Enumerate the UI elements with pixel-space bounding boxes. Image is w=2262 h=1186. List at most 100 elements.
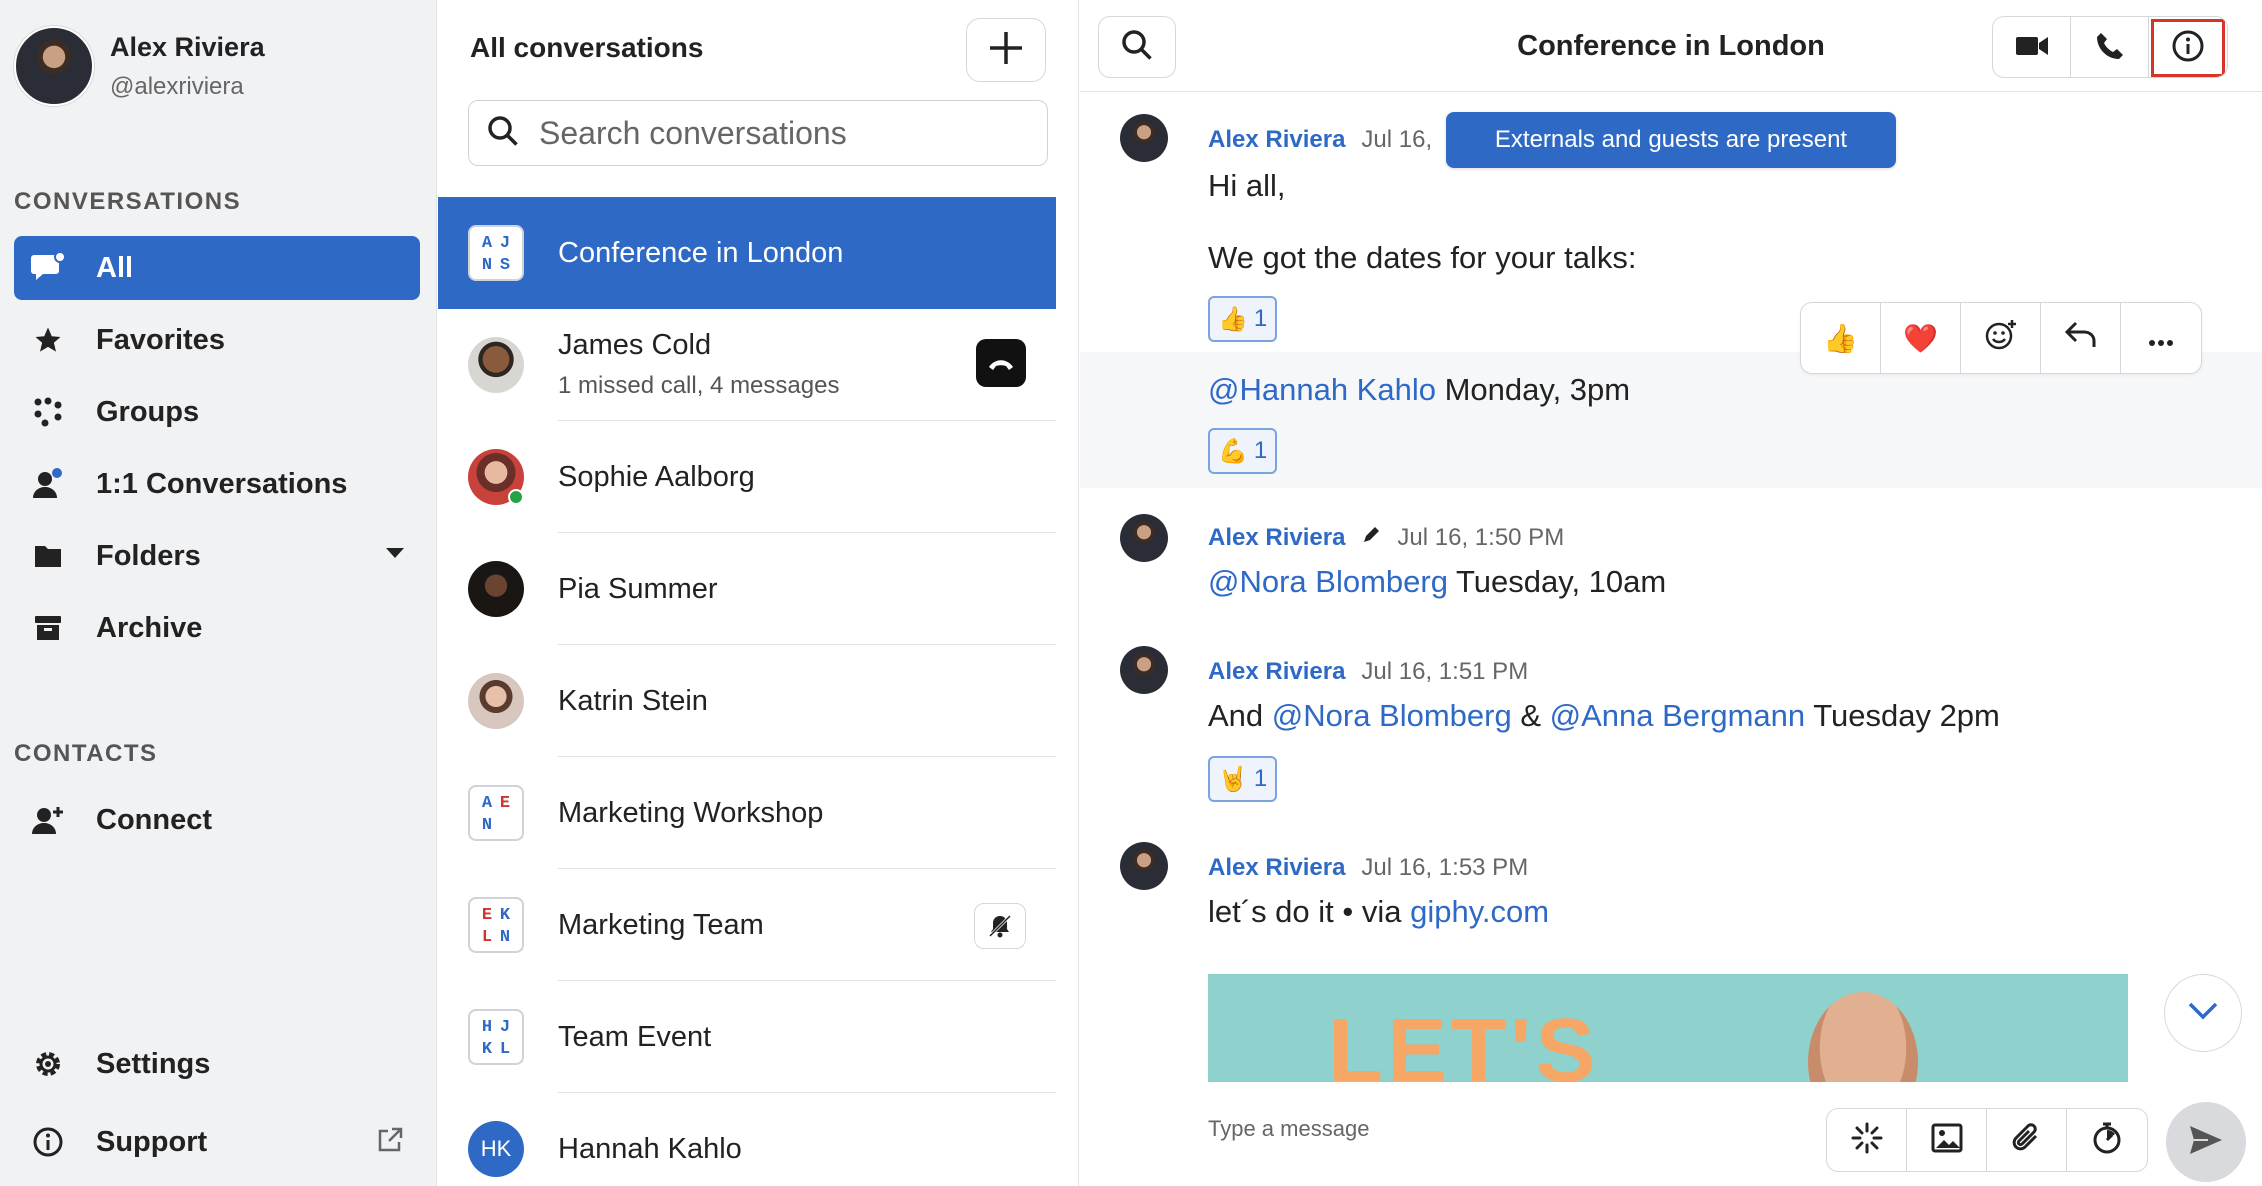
conversation-item-katrin-stein[interactable]: Katrin Stein [438, 645, 1056, 757]
react-heart-button[interactable]: ❤️ [1881, 303, 1961, 373]
thumbs-up-icon: 👍 [1218, 305, 1248, 333]
reply-button[interactable] [2041, 303, 2121, 373]
edited-pencil-icon [1361, 524, 1381, 552]
message-time: Jul 16, 1:50 PM [1397, 524, 1565, 551]
groups-icon [30, 394, 66, 430]
conversation-name: Katrin Stein [558, 684, 708, 717]
attachment-button[interactable] [1987, 1109, 2067, 1171]
reaction-badge[interactable]: 💪 1 [1208, 428, 1278, 474]
missed-call-icon[interactable] [976, 339, 1026, 387]
search-input[interactable] [539, 114, 1019, 152]
gif-image[interactable]: LET'S [1208, 974, 2128, 1084]
phone-icon [2095, 31, 2125, 66]
video-call-button[interactable] [1993, 17, 2071, 77]
sidebar-item-support[interactable]: Support [14, 1110, 420, 1174]
message-author[interactable]: Alex Riviera [1208, 524, 1345, 552]
external-link-icon[interactable] [376, 1126, 404, 1159]
profile-header[interactable]: Alex Riviera @alexriviera [14, 26, 265, 106]
sidebar-item-all[interactable]: All [14, 236, 420, 300]
gear-icon [30, 1046, 66, 1082]
mention-link[interactable]: @Nora Blomberg [1208, 564, 1448, 599]
sidebar-item-label: Connect [96, 803, 212, 836]
sparkle-icon [1850, 1121, 1884, 1160]
sidebar-item-one-to-one[interactable]: 1:1 Conversations [14, 452, 420, 516]
reaction-badge[interactable]: 🤘 1 [1208, 756, 1278, 802]
message-text: let´s do it • via giphy.com [1208, 894, 1550, 929]
sidebar-item-groups[interactable]: Groups [14, 380, 420, 444]
heart-icon: ❤️ [1903, 322, 1938, 354]
reaction-count: 1 [1253, 437, 1268, 464]
gif-button[interactable] [1827, 1109, 1907, 1171]
avatar[interactable] [1120, 646, 1168, 694]
conversation-item-team-event[interactable]: H J K L Team Event [438, 981, 1056, 1093]
search-icon [487, 115, 519, 152]
conversation-name: Sophie Aalborg [558, 460, 755, 493]
message-input[interactable] [1208, 1116, 1688, 1142]
star-icon [30, 322, 66, 358]
message-text: Hi all, [1208, 168, 1286, 203]
sidebar-item-connect[interactable]: Connect [14, 788, 420, 852]
message-author[interactable]: Alex Riviera [1208, 126, 1345, 154]
sidebar-item-label: Settings [96, 1047, 211, 1080]
conversation-item-marketing-workshop[interactable]: A E N Marketing Workshop [438, 757, 1056, 869]
sidebar-item-settings[interactable]: Settings [14, 1032, 420, 1096]
giphy-link[interactable]: giphy.com [1410, 894, 1549, 929]
send-icon [2188, 1124, 2224, 1161]
emoji-add-icon [1984, 318, 2018, 359]
conversation-item-sophie-aalborg[interactable]: Sophie Aalborg [438, 421, 1056, 533]
avatar [468, 561, 524, 617]
avatar[interactable] [14, 26, 94, 106]
new-conversation-button[interactable] [966, 18, 1046, 82]
sidebar-item-label: Groups [96, 395, 200, 428]
flexed-biceps-icon: 💪 [1218, 437, 1248, 465]
mention-link[interactable]: @Nora Blomberg [1272, 698, 1512, 733]
sidebar-item-folders[interactable]: Folders [14, 524, 420, 588]
profile-name: Alex Riviera [110, 31, 265, 62]
sidebar-item-label: Folders [96, 539, 201, 572]
archive-icon [30, 610, 66, 646]
image-button[interactable] [1907, 1109, 1987, 1171]
audio-call-button[interactable] [2071, 17, 2149, 77]
mention-link[interactable]: @Anna Bergmann [1550, 698, 1806, 733]
sidebar-item-favorites[interactable]: Favorites [14, 308, 420, 372]
mention-link[interactable]: @Hannah Kahlo [1208, 372, 1436, 407]
section-title-conversations: CONVERSATIONS [14, 188, 242, 215]
avatar[interactable] [1120, 514, 1168, 562]
rock-hand-icon: 🤘 [1218, 765, 1248, 793]
message-author[interactable]: Alex Riviera [1208, 854, 1345, 882]
conversation-item-conference-in-london[interactable]: A J N S Conference in London [438, 197, 1056, 309]
avatar [468, 449, 524, 505]
search-box[interactable] [468, 100, 1048, 166]
conversation-info-button[interactable] [2149, 17, 2227, 77]
timed-message-button[interactable] [2067, 1109, 2147, 1171]
folder-icon [30, 538, 66, 574]
muted-bell-icon[interactable] [974, 903, 1026, 949]
sidebar-item-archive[interactable]: Archive [14, 596, 420, 660]
conversation-item-pia-summer[interactable]: Pia Summer [438, 533, 1056, 645]
group-avatar: H J K L [468, 1009, 524, 1065]
avatar[interactable] [1120, 114, 1168, 162]
person-icon [30, 466, 66, 502]
sidebar-item-label: All [96, 251, 134, 284]
reaction-badge[interactable]: 👍 1 [1208, 296, 1278, 342]
conversation-item-james-cold[interactable]: James Cold 1 missed call, 4 messages [438, 309, 1056, 421]
more-options-button[interactable] [2121, 303, 2201, 373]
sidebar-item-label: Archive [96, 611, 203, 644]
message-author[interactable]: Alex Riviera [1208, 658, 1345, 686]
ellipsis-icon [2148, 322, 2174, 354]
reply-icon [2064, 320, 2098, 357]
add-reaction-button[interactable] [1961, 303, 2041, 373]
sidebar-item-label: Support [96, 1125, 208, 1158]
scroll-to-bottom-button[interactable] [2164, 974, 2242, 1052]
externals-guests-banner[interactable]: Externals and guests are present [1446, 112, 1896, 168]
composer-tools [1826, 1108, 2148, 1172]
conversation-item-marketing-team[interactable]: E K L N Marketing Team [438, 869, 1056, 981]
conversation-item-hannah-kahlo[interactable]: HK Hannah Kahlo [438, 1093, 1056, 1186]
send-button[interactable] [2166, 1102, 2246, 1182]
list-title: All conversations [470, 32, 704, 63]
react-thumbs-up-button[interactable]: 👍 [1801, 303, 1881, 373]
profile-handle: @alexriviera [110, 72, 244, 100]
paperclip-icon [2012, 1122, 2042, 1159]
chevron-down-icon[interactable] [386, 548, 404, 558]
avatar[interactable] [1120, 842, 1168, 890]
